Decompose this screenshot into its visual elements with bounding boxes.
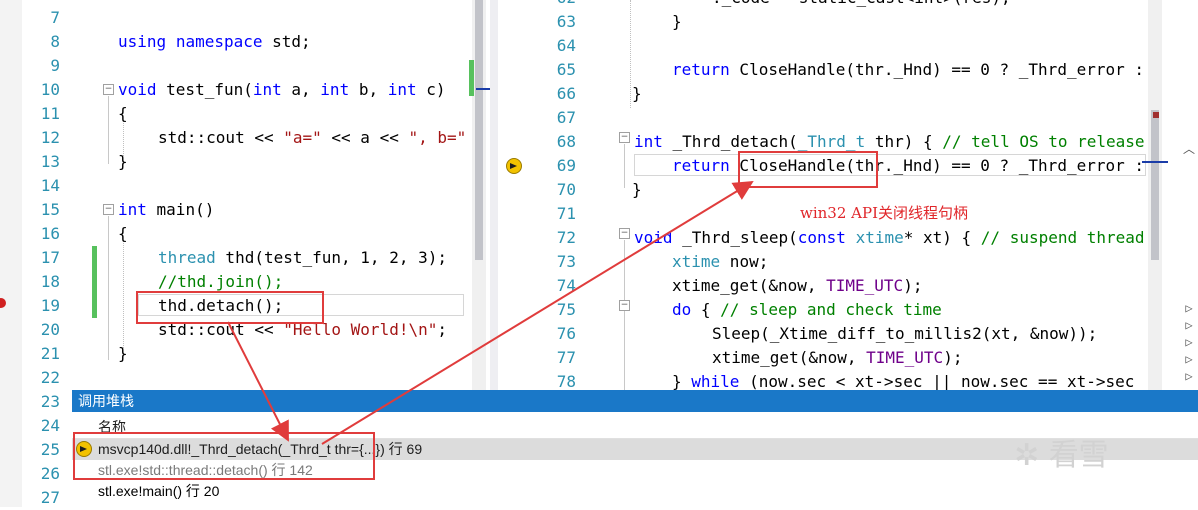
right-scroll-breakpoint-marker — [1153, 112, 1159, 118]
code-line-12: std::cout << "a=" << a << ", b=" — [158, 128, 467, 147]
right-toolbar-collapse-icon[interactable]: ︿ — [1180, 140, 1198, 157]
fold-toggle-thrd-detach[interactable]: − — [619, 132, 630, 143]
instruction-pointer-arrow-icon — [506, 158, 522, 174]
code-line-65: return CloseHandle(thr._Hnd) == 0 ? _Thr… — [672, 60, 1145, 79]
call-stack-title[interactable]: 调用堆栈 — [72, 390, 1198, 412]
line-number: 12 — [40, 128, 60, 147]
call-stack-row[interactable]: stl.exe!main() 行 20 — [72, 481, 1198, 502]
change-indicator-bar — [92, 246, 97, 318]
line-number: 67 — [556, 108, 576, 127]
code-line-21: } — [118, 344, 128, 363]
right-toolbar-icons[interactable]: ▷ ▷ ▷ ▷ ▷ — [1180, 300, 1198, 385]
line-number: 21 — [40, 344, 60, 363]
fold-toggle-main[interactable]: − — [103, 204, 114, 215]
line-number: 20 — [40, 320, 60, 339]
code-line-75: do { // sleep and check time — [672, 300, 942, 319]
code-line-73: xtime now; — [672, 252, 769, 271]
line-number: 11 — [40, 104, 60, 123]
line-number: 14 — [40, 176, 60, 195]
line-number: 72 — [556, 228, 576, 247]
code-line-13: } — [118, 152, 128, 171]
line-number: 24 — [40, 416, 60, 435]
line-number: 13 — [40, 152, 60, 171]
code-line-72: void _Thrd_sleep(const xtime* xt) { // s… — [634, 228, 1145, 247]
line-number: 17 — [40, 248, 60, 267]
line-number: 16 — [40, 224, 60, 243]
line-number: 71 — [556, 204, 576, 223]
code-line-68: int _Thrd_detach(_Thrd_t thr) { // tell … — [634, 132, 1145, 151]
code-line-66: } — [632, 84, 642, 103]
line-number: 22 — [40, 368, 60, 387]
fold-toggle-do-block[interactable]: − — [619, 300, 630, 311]
line-number: 77 — [556, 348, 576, 367]
indent-guide — [123, 240, 124, 348]
code-line-76: Sleep(_Xtime_diff_to_millis2(xt, &now)); — [712, 324, 1098, 343]
code-line-17: thread thd(test_fun, 1, 2, 3); — [158, 248, 447, 267]
line-number: 63 — [556, 12, 576, 31]
line-number: 68 — [556, 132, 576, 151]
line-number: 25 — [40, 440, 60, 459]
line-number: 7 — [50, 8, 60, 27]
annotation-box-closehandle — [738, 151, 878, 188]
line-number: 73 — [556, 252, 576, 271]
code-line-15: int main() — [118, 200, 215, 219]
line-number: 66 — [556, 84, 576, 103]
fold-guide — [624, 144, 625, 188]
line-number: 70 — [556, 180, 576, 199]
line-number: 62 — [536, 0, 576, 10]
code-line-70: } — [632, 180, 642, 199]
code-line-10: void test_fun(int a, int b, int c) — [118, 80, 446, 99]
line-number: 9 — [50, 56, 60, 75]
line-number: 65 — [556, 60, 576, 79]
code-line-11: { — [118, 104, 128, 123]
line-number: 23 — [40, 392, 60, 411]
indent-guide — [630, 0, 631, 108]
fold-guide — [624, 240, 625, 390]
code-line-16: { — [118, 224, 128, 243]
watermark-logo: ✲ 看雪 — [1014, 438, 1109, 473]
left-scroll-position-marker — [476, 88, 490, 90]
line-number: 69 — [556, 156, 576, 175]
left-vertical-scrollbar[interactable] — [469, 0, 490, 390]
left-scroll-change-marker — [469, 60, 474, 96]
line-number: 64 — [556, 36, 576, 55]
line-number: 10 — [40, 80, 60, 99]
line-number: 75 — [556, 300, 576, 319]
code-line-8: using namespace std; — [118, 32, 311, 51]
fold-guide — [108, 96, 109, 164]
line-number: 19 — [40, 296, 60, 315]
line-number: 8 — [50, 32, 60, 51]
code-line-63: } — [672, 12, 682, 31]
right-vertical-scrollbar[interactable] — [1142, 0, 1168, 390]
annotation-box-detach-call — [136, 291, 324, 324]
fold-toggle-test-fun[interactable]: − — [103, 84, 114, 95]
call-stack-panel[interactable]: 调用堆栈 名称 msvcp140d.dll!_Thrd_detach(_Thrd… — [72, 390, 1198, 507]
fold-toggle-thrd-sleep[interactable]: − — [619, 228, 630, 239]
code-line-77: xtime_get(&now, TIME_UTC); — [712, 348, 963, 367]
line-number: 76 — [556, 324, 576, 343]
annotation-box-callstack-frames — [73, 432, 375, 480]
code-line-62: ._Code = static_cast<int>(res); — [712, 0, 1011, 10]
left-scroll-thumb[interactable] — [475, 0, 483, 260]
right-scroll-thumb[interactable] — [1151, 110, 1159, 260]
annotation-text: win32 API关闭线程句柄 — [800, 204, 969, 222]
line-number: 15 — [40, 200, 60, 219]
right-scroll-position-marker — [1142, 161, 1168, 163]
line-number: 74 — [556, 276, 576, 295]
line-number: 27 — [40, 488, 60, 507]
code-line-74: xtime_get(&now, TIME_UTC); — [672, 276, 923, 295]
line-number: 26 — [40, 464, 60, 483]
fold-guide — [108, 216, 109, 360]
left-editor-breakpoint-margin[interactable] — [0, 0, 22, 507]
line-number: 18 — [40, 272, 60, 291]
